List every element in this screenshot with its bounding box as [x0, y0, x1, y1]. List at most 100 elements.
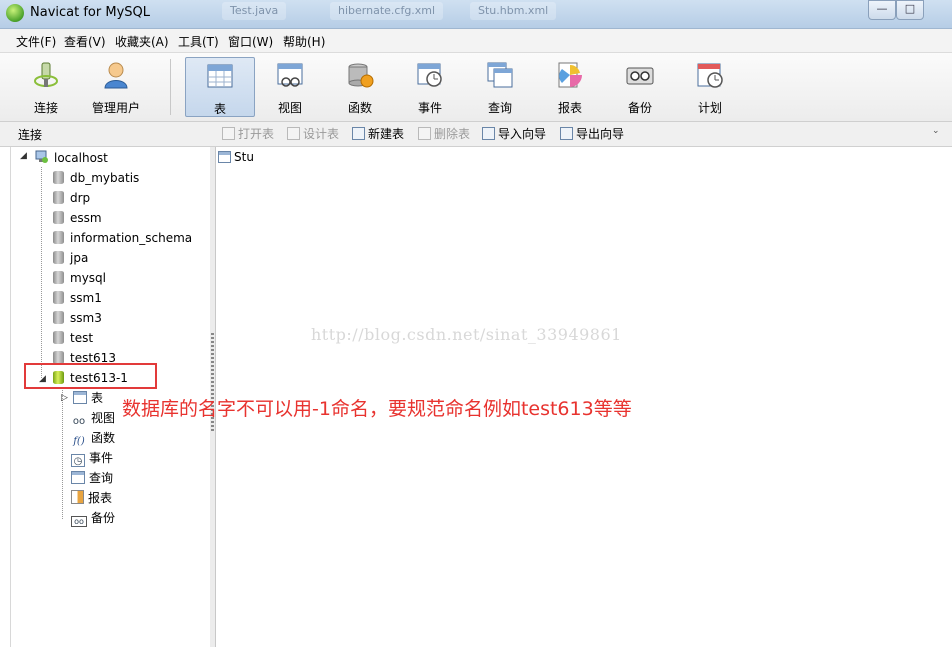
- toolbar-event-button[interactable]: 事件: [398, 57, 462, 117]
- schedule-icon: [697, 63, 723, 88]
- design-table-label: 设计表: [303, 127, 340, 141]
- tree-node-events[interactable]: ◷ 事件: [71, 449, 113, 467]
- background-tab[interactable]: hibernate.cfg.xml: [330, 2, 444, 20]
- database-icon: [53, 171, 64, 184]
- tree-db-information_schema[interactable]: information_schema: [53, 229, 192, 247]
- toolbar-backup-button[interactable]: 备份: [608, 57, 672, 117]
- connection-icon: [35, 150, 48, 163]
- menu-help[interactable]: 帮助(H): [283, 33, 325, 50]
- toolbar-label: 报表: [557, 101, 582, 115]
- report-icon: [558, 62, 582, 88]
- toolbar-manage-users-button[interactable]: 管理用户: [84, 57, 148, 117]
- object-toolbar: 连接 打开表 设计表 新建表 删除表 导入向导 导出向导 ⌄: [0, 122, 952, 147]
- maximize-button[interactable]: □: [896, 0, 924, 20]
- connect-icon: [34, 62, 58, 87]
- backup-icon: oo: [71, 516, 87, 527]
- tree-node-tables[interactable]: 表: [73, 389, 103, 407]
- query-icon: [71, 471, 85, 484]
- tree-db-ssm3[interactable]: ssm3: [53, 309, 102, 327]
- database-icon: [53, 251, 64, 264]
- background-tab[interactable]: Test.java: [222, 2, 287, 20]
- tree-label: 备份: [91, 511, 116, 525]
- navicat-app-icon: [6, 4, 24, 22]
- menu-window[interactable]: 窗口(W): [228, 33, 273, 50]
- menu-view[interactable]: 查看(V): [64, 33, 106, 50]
- tree-label: 视图: [91, 411, 116, 425]
- table-item-stu[interactable]: Stu: [218, 150, 254, 164]
- minimize-button[interactable]: —: [868, 0, 896, 20]
- background-tab[interactable]: Stu.hbm.xml: [470, 2, 557, 20]
- toolbar-view-button[interactable]: 视图: [258, 57, 322, 117]
- tree-label: 事件: [89, 451, 114, 465]
- tree-label: ssm1: [70, 291, 102, 305]
- tree-db-mysql[interactable]: mysql: [53, 269, 106, 287]
- chevron-down-icon[interactable]: ⌄: [932, 126, 940, 136]
- toolbar-label: 计划: [697, 101, 722, 115]
- toolbar-label: 连接: [33, 101, 58, 115]
- toolbar-label: 查询: [487, 101, 512, 115]
- tree-db-essm[interactable]: essm: [53, 209, 102, 227]
- open-table-button[interactable]: 打开表: [222, 126, 274, 142]
- toolbar-separator: [170, 59, 171, 115]
- delete-table-icon: [418, 127, 431, 140]
- tree-label: 查询: [89, 471, 114, 485]
- tree-connection-localhost[interactable]: localhost: [33, 149, 108, 167]
- tree-label: ssm3: [70, 311, 102, 325]
- tree-label: information_schema: [70, 231, 193, 245]
- tree-db-db_mybatis[interactable]: db_mybatis: [53, 169, 139, 187]
- menu-tools[interactable]: 工具(T): [178, 33, 219, 50]
- tree-label: essm: [70, 211, 102, 225]
- toolbar-function-button[interactable]: 函数: [328, 57, 392, 117]
- tree-node-functions[interactable]: f() 函数: [71, 429, 115, 447]
- toolbar-query-button[interactable]: 查询: [468, 57, 532, 117]
- title-bar: Navicat for MySQL Test.java hibernate.cf…: [0, 0, 952, 29]
- report-icon: [71, 490, 84, 504]
- tree-label: mysql: [70, 271, 106, 285]
- export-wizard-label: 导出向导: [576, 127, 625, 141]
- delete-table-label: 删除表: [434, 127, 471, 141]
- query-icon: [487, 62, 513, 88]
- window-title: Navicat for MySQL: [30, 5, 150, 20]
- tree-db-ssm1[interactable]: ssm1: [53, 289, 102, 307]
- table-icon: [218, 151, 231, 163]
- new-table-label: 新建表: [368, 127, 405, 141]
- export-wizard-button[interactable]: 导出向导: [560, 126, 624, 142]
- user-icon: [104, 62, 128, 89]
- expand-arrow-icon[interactable]: ▷: [61, 393, 68, 403]
- toolbar-schedule-button[interactable]: 计划: [678, 57, 742, 117]
- toolbar-label: 视图: [277, 101, 302, 115]
- import-wizard-button[interactable]: 导入向导: [482, 126, 546, 142]
- tree-label: 函数: [91, 431, 116, 445]
- menu-file[interactable]: 文件(F): [16, 33, 56, 50]
- import-icon: [482, 127, 495, 140]
- tree-node-queries[interactable]: 查询: [71, 469, 113, 487]
- tree-node-reports[interactable]: 报表: [71, 489, 112, 507]
- highlight-box: [24, 363, 157, 389]
- tree-db-jpa[interactable]: jpa: [53, 249, 88, 267]
- view-icon: oo: [72, 416, 86, 427]
- tree-node-views[interactable]: oo 视图: [71, 409, 115, 427]
- tree-label: localhost: [54, 151, 108, 165]
- tree-db-drp[interactable]: drp: [53, 189, 90, 207]
- collapse-arrow-icon[interactable]: ◢: [20, 151, 27, 161]
- menu-favorites[interactable]: 收藏夹(A): [115, 33, 169, 50]
- new-table-button[interactable]: 新建表: [352, 126, 404, 142]
- toolbar-connect-button[interactable]: 连接: [14, 57, 78, 117]
- toolbar-report-button[interactable]: 报表: [538, 57, 602, 117]
- watermark-text: http://blog.csdn.net/sinat_33949861: [311, 325, 622, 344]
- toolbar-table-button[interactable]: 表: [185, 57, 255, 117]
- tree-label: 表: [91, 391, 104, 405]
- tree-label: jpa: [70, 251, 89, 265]
- design-table-button[interactable]: 设计表: [287, 126, 339, 142]
- open-table-icon: [222, 127, 235, 140]
- annotation-text: 数据库的名字不可以用-1命名，要规范命名例如test613等等: [122, 398, 632, 420]
- database-icon: [53, 291, 64, 304]
- function-icon: f(): [73, 436, 85, 447]
- delete-table-button[interactable]: 删除表: [418, 126, 470, 142]
- tree-node-backups[interactable]: oo 备份: [71, 509, 115, 527]
- toolbar-label: 管理用户: [91, 101, 140, 115]
- open-table-label: 打开表: [238, 127, 275, 141]
- backup-icon: [626, 67, 654, 85]
- function-icon: [348, 63, 374, 88]
- tree-db-test[interactable]: test: [53, 329, 93, 347]
